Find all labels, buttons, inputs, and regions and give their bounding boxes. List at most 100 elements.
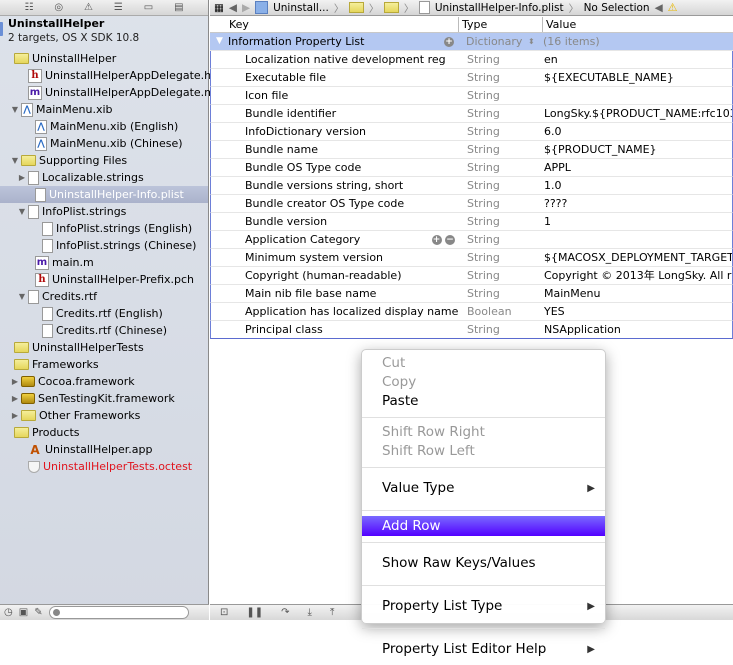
plist-row[interactable]: Bundle OS Type code String APPL [210,159,733,177]
row-key[interactable]: Localization native development reg [245,53,446,66]
jumpbar-file[interactable]: UninstallHelper-Info.plist [435,2,564,14]
row-value[interactable]: 6.0 [539,123,732,140]
disclosure-triangle-icon[interactable]: ▼ [9,152,21,169]
add-icon[interactable]: + [444,37,454,47]
row-type[interactable]: Boolean [459,303,539,320]
tree-item[interactable]: UninstallHelper [0,50,208,67]
add-icon[interactable]: + [431,235,442,245]
menu-item-add-row[interactable]: Add Row [362,516,605,536]
row-value[interactable]: 1.0 [539,177,732,194]
row-value[interactable] [539,231,732,248]
plist-row[interactable]: Main nib file base name String MainMenu [210,285,733,303]
plist-row[interactable]: Copyright (human-readable) String Copyrigh… [210,267,733,285]
row-value[interactable]: 1 [539,213,732,230]
unsaved-icon[interactable]: ✎ [34,607,42,618]
row-key[interactable]: Icon file [245,89,288,102]
disclosure-triangle-icon[interactable]: ▼ [9,101,21,118]
pause-icon[interactable]: ❚❚ [246,607,263,618]
menu-item-property-list-editor-help[interactable]: Property List Editor Help ▶ [362,634,605,665]
tree-item[interactable]: ▶ Localizable.strings [0,169,208,186]
plist-row[interactable]: Principal class String NSApplication [210,321,733,339]
row-value[interactable]: ${PRODUCT_NAME} [539,141,732,158]
tree-item[interactable]: h UninstallHelperAppDelegate.h [0,67,211,84]
row-type[interactable]: String [459,123,539,140]
disclosure-triangle-icon[interactable]: ▶ [16,169,28,186]
tree-item[interactable]: InfoPlist.strings (Chinese) [0,237,208,254]
row-key[interactable]: Application Category [245,233,360,246]
row-type[interactable]: String [459,249,539,266]
tree-item[interactable]: ▼ InfoPlist.strings [0,203,208,220]
project-header[interactable]: UninstallHelper 2 targets, OS X SDK 10.8 [0,16,208,46]
column-header-key[interactable]: Key [210,17,458,32]
row-value[interactable]: YES [539,303,732,320]
row-key[interactable]: Bundle name [245,143,318,156]
row-type[interactable]: String [459,195,539,212]
tree-item[interactable]: ▼ Credits.rtf [0,288,208,305]
disclosure-triangle-icon[interactable]: ▶ [9,407,21,424]
remove-icon[interactable]: − [445,235,455,245]
tree-item[interactable]: h UninstallHelper-Prefix.pch [0,271,208,288]
plist-row[interactable]: Icon file String [210,87,733,105]
step-out-icon[interactable]: ⤒ [330,607,334,618]
tree-item[interactable]: ▶ SenTestingKit.framework [0,390,208,407]
row-type[interactable]: String [459,177,539,194]
hierarchy-icon[interactable]: ☷ [24,1,33,15]
prev-issue-button[interactable]: ◀ [655,2,663,14]
folder-icon[interactable] [348,2,364,13]
plist-row[interactable]: Bundle version String 1 [210,213,733,231]
plist-row[interactable]: Bundle identifier String LongSky.${PRODUCT… [210,105,733,123]
list-icon[interactable]: ☰ [114,1,123,15]
plist-row[interactable]: Executable file String ${EXECUTABLE_NAME} [210,69,733,87]
folder-icon[interactable] [383,2,399,13]
disclosure-triangle-icon[interactable]: ▶ [9,373,21,390]
tree-item[interactable]: Credits.rtf (Chinese) [0,322,208,339]
row-key[interactable]: Main nib file base name [245,287,376,300]
row-type[interactable]: String [459,267,539,284]
row-value[interactable]: Copyright © 2013年 LongSky. All rights re… [539,267,732,284]
step-into-icon[interactable]: ⤓ [308,607,312,618]
row-type[interactable]: String [459,321,539,338]
warning-icon[interactable]: ⚠ [668,1,678,14]
menu-item-show-raw-keys-values[interactable]: Show Raw Keys/Values [362,548,605,579]
tree-item[interactable]: ▼ ⋀ MainMenu.xib [0,101,208,118]
row-type[interactable]: String [459,87,539,104]
row-type[interactable]: String [459,69,539,86]
tree-item[interactable]: m UninstallHelperAppDelegate.m [0,84,215,101]
row-key[interactable]: Bundle creator OS Type code [245,197,404,210]
console-toggle-icon[interactable]: ⊡ [220,607,228,618]
row-value[interactable]: ${EXECUTABLE_NAME} [539,69,732,86]
plist-row[interactable]: Minimum system version String ${MACOSX_DEP… [210,249,733,267]
back-button[interactable]: ◀ [229,2,237,14]
tree-item[interactable]: ▶ Other Frameworks [0,407,208,424]
menu-item-value-type[interactable]: Value Type ▶ [362,473,605,504]
step-over-icon[interactable]: ↷ [281,607,289,618]
disclosure-triangle-icon[interactable]: ▼ [16,288,28,305]
related-items-icon[interactable]: ▦ [214,2,224,14]
tree-item[interactable]: A UninstallHelper.app [0,441,208,458]
tree-item[interactable]: UninstallHelperTests.octest [0,458,208,475]
stepper-icon[interactable]: ⬍ [528,33,535,50]
row-type[interactable]: String [459,51,539,68]
plist-row[interactable]: Application has localized display name Bo… [210,303,733,321]
row-type[interactable]: String [459,159,539,176]
row-key[interactable]: Application has localized display name [245,305,458,318]
menu-item-property-list-type[interactable]: Property List Type ▶ [362,591,605,622]
tree-item[interactable]: ⋀ MainMenu.xib (Chinese) [0,135,208,152]
tree-item[interactable]: InfoPlist.strings (English) [0,220,208,237]
plist-row[interactable]: Bundle name String ${PRODUCT_NAME} [210,141,733,159]
jumpbar-selection[interactable]: No Selection [584,2,650,14]
plist-row[interactable]: Application Category + − String [210,231,733,249]
row-value[interactable]: NSApplication [539,321,732,338]
row-value[interactable] [539,87,732,104]
warning-icon[interactable]: ⚠ [84,1,93,15]
column-header-type[interactable]: Type [458,17,542,32]
tree-item[interactable]: Products [0,424,208,441]
plist-row[interactable]: Bundle versions string, short String 1.0 [210,177,733,195]
row-key[interactable]: Bundle identifier [245,107,336,120]
recent-files-icon[interactable]: ◷ [4,607,13,618]
row-value[interactable]: en [539,51,732,68]
tree-item[interactable]: ▼ Supporting Files [0,152,208,169]
plist-row[interactable]: Bundle creator OS Type code String???? [210,195,733,213]
row-type[interactable]: String [459,105,539,122]
tree-item[interactable]: ⋀ MainMenu.xib (English) [0,118,208,135]
